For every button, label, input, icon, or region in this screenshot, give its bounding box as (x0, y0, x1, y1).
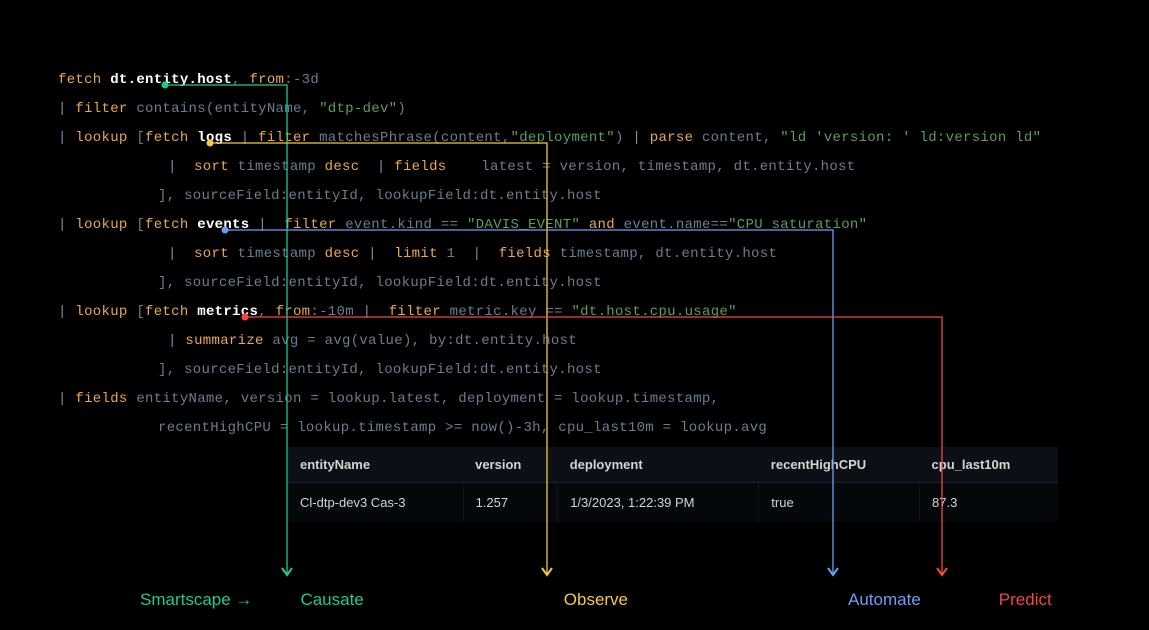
observe-label: Observe (564, 590, 628, 610)
th-entityname: entityName (288, 447, 463, 483)
causate-label: Causate (300, 590, 363, 610)
th-cpulast10m: cpu_last10m (920, 447, 1058, 483)
smartscape-label: Smartscape → (140, 590, 252, 610)
th-version: version (463, 447, 558, 483)
table-header-row: entityName version deployment recentHigh… (288, 447, 1058, 483)
predict-label: Predict (999, 590, 1052, 610)
table-row: Cl-dtp-dev3 Cas-3 1.257 1/3/2023, 1:22:3… (288, 483, 1058, 523)
th-recenthighcpu: recentHighCPU (759, 447, 920, 483)
dql-code: fetch dt.entity.host, from:-3d | filter … (58, 66, 1091, 443)
result-table: entityName version deployment recentHigh… (288, 447, 1058, 522)
footer-labels: Smartscape → Causate Observe Automate Pr… (140, 590, 1099, 610)
th-deployment: deployment (558, 447, 759, 483)
automate-label: Automate (848, 590, 921, 610)
